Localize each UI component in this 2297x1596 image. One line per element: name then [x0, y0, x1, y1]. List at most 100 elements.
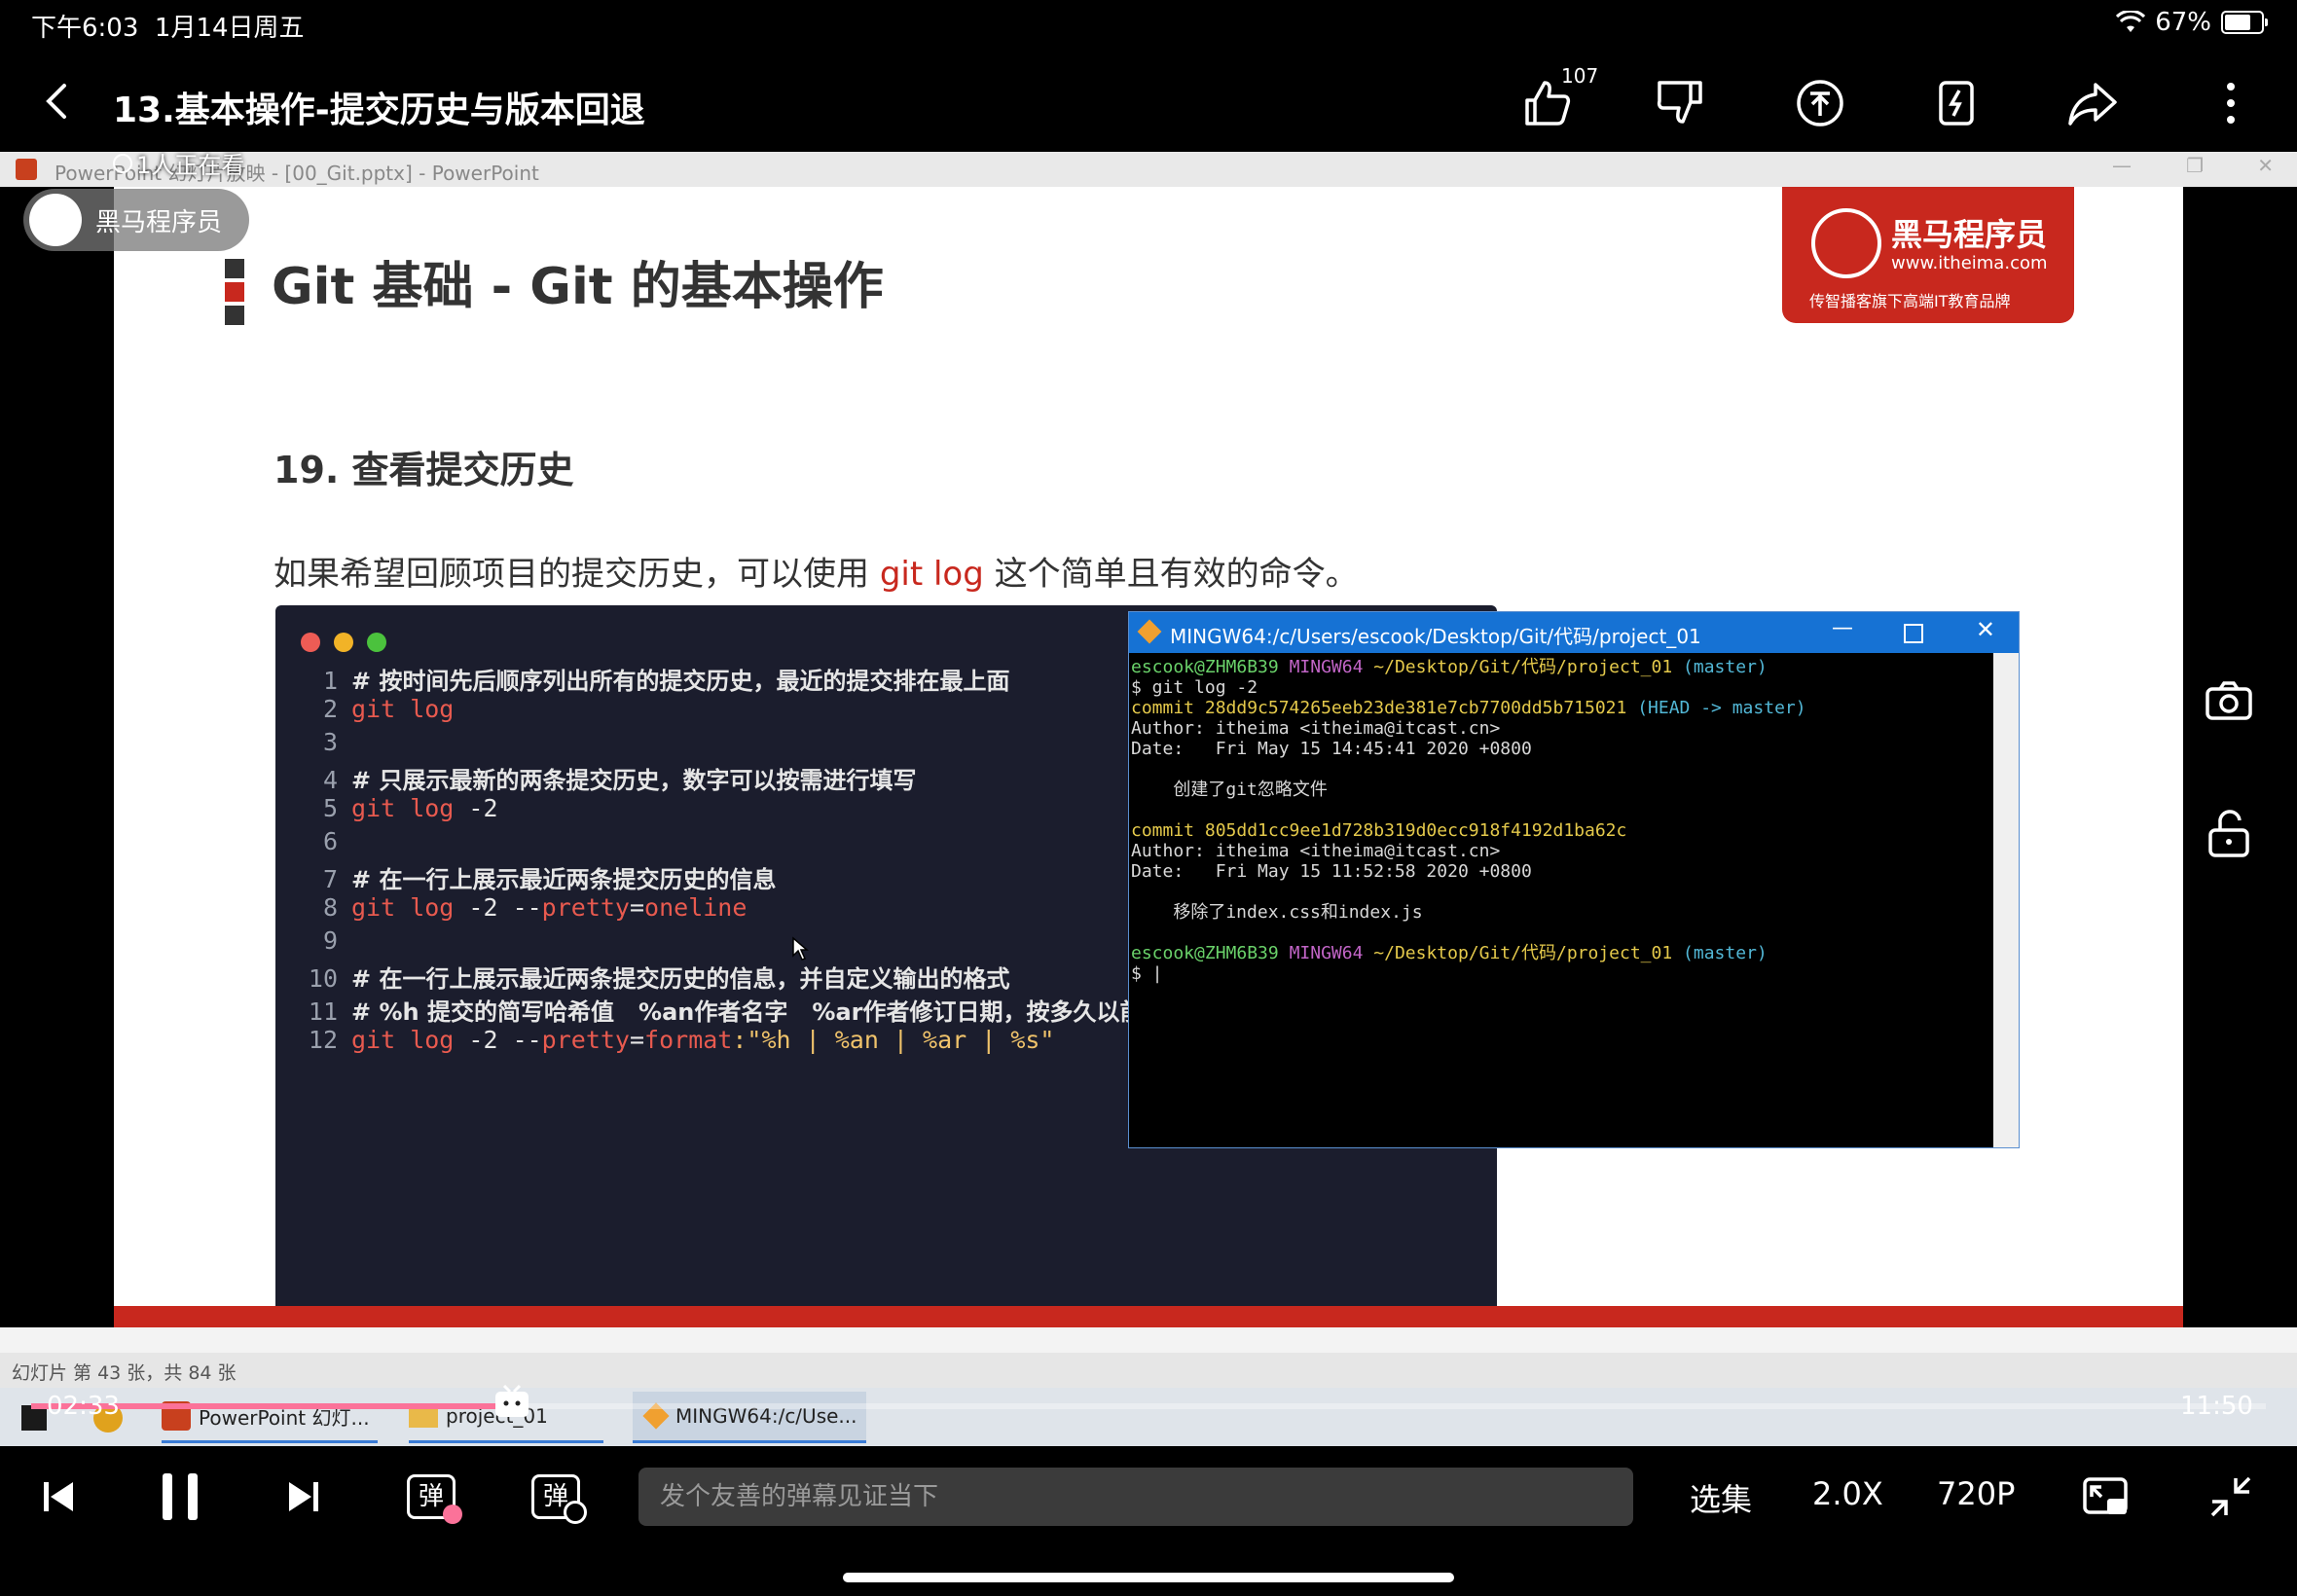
commit-author-2: Author: itheima <itheima@itcast.cn> [1131, 841, 1501, 861]
slide-footer-band [114, 1306, 2183, 1327]
lock-button[interactable] [2176, 780, 2281, 886]
more-button[interactable] [2202, 76, 2260, 130]
video-player[interactable]: PowerPoint 幻灯片放映 - [00_Git.pptx] - Power… [0, 152, 2297, 1446]
commit-message-2: 移除了index.css和index.js [1131, 902, 1423, 923]
screenshot-button[interactable] [2176, 648, 2281, 753]
brand-logo: 黑马程序员 www.itheima.com 传智播客旗下高端IT教育品牌 [1782, 187, 2074, 323]
slide: Git 基础 - Git 的基本操作 黑马程序员 www.itheima.com… [114, 187, 2183, 1325]
prompt-user-2: escook@ZHM6B39 [1131, 943, 1279, 963]
code-comment: # 按时间先后顺序列出所有的提交历史，最近的提交排在最上面 [351, 668, 1010, 695]
line-number: 6 [322, 827, 338, 855]
taskbar-item-terminal[interactable]: MINGW64:/c/Use... [633, 1392, 866, 1443]
home-indicator [843, 1573, 1454, 1582]
progress-handle[interactable] [492, 1382, 532, 1423]
prompt-branch-2: (master) [1683, 943, 1768, 963]
code-equals: = [629, 1026, 645, 1054]
code-command: git log [351, 1026, 455, 1054]
battery-icon [2221, 11, 2268, 34]
code-command: git log [351, 695, 455, 723]
ppt-statusbar: 幻灯片 第 43 张，共 84 张 [0, 1353, 2297, 1388]
line-number: 11 [308, 998, 338, 1026]
terminal-scrollbar[interactable] [1993, 653, 2019, 1147]
previous-button[interactable] [29, 1460, 88, 1534]
duration: 11:50 [2180, 1392, 2253, 1421]
terminal-maximize-icon[interactable] [1904, 624, 1923, 643]
prompt-user: escook@ZHM6B39 [1131, 657, 1279, 677]
coin-icon [1797, 80, 1843, 127]
code-line: 4 # 只展示最新的两条提交历史，数字可以按需进行填写 [295, 761, 917, 795]
terminal-titlebar: MINGW64:/c/Users/escook/Desktop/Git/代码/p… [1129, 612, 2019, 653]
danmaku-input[interactable]: 发个友善的弹幕见证当下 [638, 1468, 1633, 1526]
ppt-window-titlebar: PowerPoint 幻灯片放映 - [00_Git.pptx] - Power… [0, 152, 2297, 187]
title-bullet-dark-2 [225, 306, 244, 325]
terminal-minimize-icon[interactable]: — [1832, 616, 1853, 640]
horse-logo-icon [1811, 208, 1881, 278]
code-command: git log [351, 794, 455, 822]
line-number: 12 [308, 1026, 338, 1054]
code-comment: # 在一行上展示最近两条提交历史的信息 [351, 866, 777, 893]
window-dot-yellow [334, 633, 353, 652]
minimize-icon: — [2112, 154, 2132, 177]
taskbar-item-powerpoint[interactable]: PowerPoint 幻灯... [162, 1392, 378, 1443]
terminal-title: MINGW64:/c/Users/escook/Desktop/Git/代码/p… [1170, 625, 1701, 648]
danmaku-toggle-button[interactable]: 弹 [397, 1460, 465, 1534]
danmaku-settings-button[interactable]: 弹 [522, 1460, 590, 1534]
line-number: 8 [322, 893, 338, 922]
line-number: 5 [322, 794, 338, 822]
video-title: 13.基本操作-提交历史与版本回退 [113, 91, 645, 130]
line-number: 9 [322, 926, 338, 955]
slide-title: Git 基础 - Git 的基本操作 [272, 258, 884, 316]
next-button[interactable] [274, 1460, 333, 1534]
commit-message-1: 创建了git忽略文件 [1131, 780, 1328, 800]
current-time: 02:33 [47, 1392, 120, 1421]
code-line: 12 git log -2 --pretty=format:"%h | %an |… [295, 1026, 1055, 1054]
collect-button[interactable] [1927, 76, 1986, 130]
code-line: 8 git log -2 --pretty=oneline [295, 893, 747, 922]
prompt-path-2: ~/Desktop/Git/代码/project_01 [1373, 943, 1673, 963]
wifi-icon [2116, 11, 2146, 32]
share-button[interactable] [2063, 76, 2122, 130]
coin-button[interactable] [1791, 76, 1849, 130]
section-heading: 19. 查看提交历史 [273, 449, 574, 491]
terminal-close-icon[interactable]: ✕ [1976, 616, 1995, 643]
line-number: 1 [322, 667, 338, 695]
watchers-count: 1人正在看 [113, 146, 244, 180]
quality-button[interactable]: 720P [1937, 1475, 2015, 1512]
status-time: 下午6:03 1月14日周五 [31, 8, 305, 44]
danmaku-label: 弹 [418, 1482, 444, 1511]
line-number: 2 [322, 695, 338, 723]
line-number: 10 [308, 964, 338, 993]
code-line: 2 git log [295, 695, 454, 723]
code-args: -2 -- [454, 1026, 542, 1054]
exit-fullscreen-button[interactable] [2202, 1460, 2260, 1534]
code-option-value: format [644, 1026, 733, 1054]
terminal-output: escook@ZHM6B39 MINGW64 ~/Desktop/Git/代码/… [1129, 653, 1991, 1147]
uploader-name: 黑马程序员 [95, 207, 223, 237]
code-line: 5 git log -2 [295, 794, 498, 822]
back-button[interactable] [35, 78, 82, 125]
speed-button[interactable]: 2.0X [1812, 1475, 1883, 1512]
uploader-badge[interactable]: 黑马程序员 [23, 189, 250, 251]
title-bullet-dark [225, 259, 244, 278]
terminal-window: MINGW64:/c/Users/escook/Desktop/Git/代码/p… [1128, 611, 2020, 1148]
pause-button[interactable] [146, 1460, 214, 1534]
code-equals: = [629, 893, 645, 922]
like-count: 107 [1561, 64, 1599, 88]
skip-previous-icon [44, 1482, 73, 1511]
prompt-env: MINGW64 [1289, 657, 1364, 677]
status-right: 67% [2116, 8, 2268, 37]
code-args: -2 -- [454, 893, 542, 922]
desc-command: git log [879, 555, 984, 594]
collect-icon [1939, 81, 1974, 126]
code-comment: # 只展示最新的两条提交历史，数字可以按需进行填写 [351, 767, 917, 794]
commit-date-1: Date: Fri May 15 14:45:41 2020 +0800 [1131, 739, 1532, 759]
battery-percent: 67% [2155, 8, 2211, 37]
commit-ref-1: (HEAD -> master) [1637, 698, 1806, 718]
slide-description: 如果希望回顾项目的提交历史，可以使用 git log 这个简单且有效的命令。 [273, 547, 1359, 595]
episodes-button[interactable]: 选集 [1690, 1475, 1752, 1520]
cast-button[interactable] [2077, 1460, 2135, 1534]
danmaku-on-icon: 弹 [407, 1474, 462, 1524]
logo-slogan: 传智播客旗下高端IT教育品牌 [1809, 292, 2011, 310]
camera-icon [2206, 681, 2252, 720]
dislike-button[interactable] [1651, 76, 1709, 130]
